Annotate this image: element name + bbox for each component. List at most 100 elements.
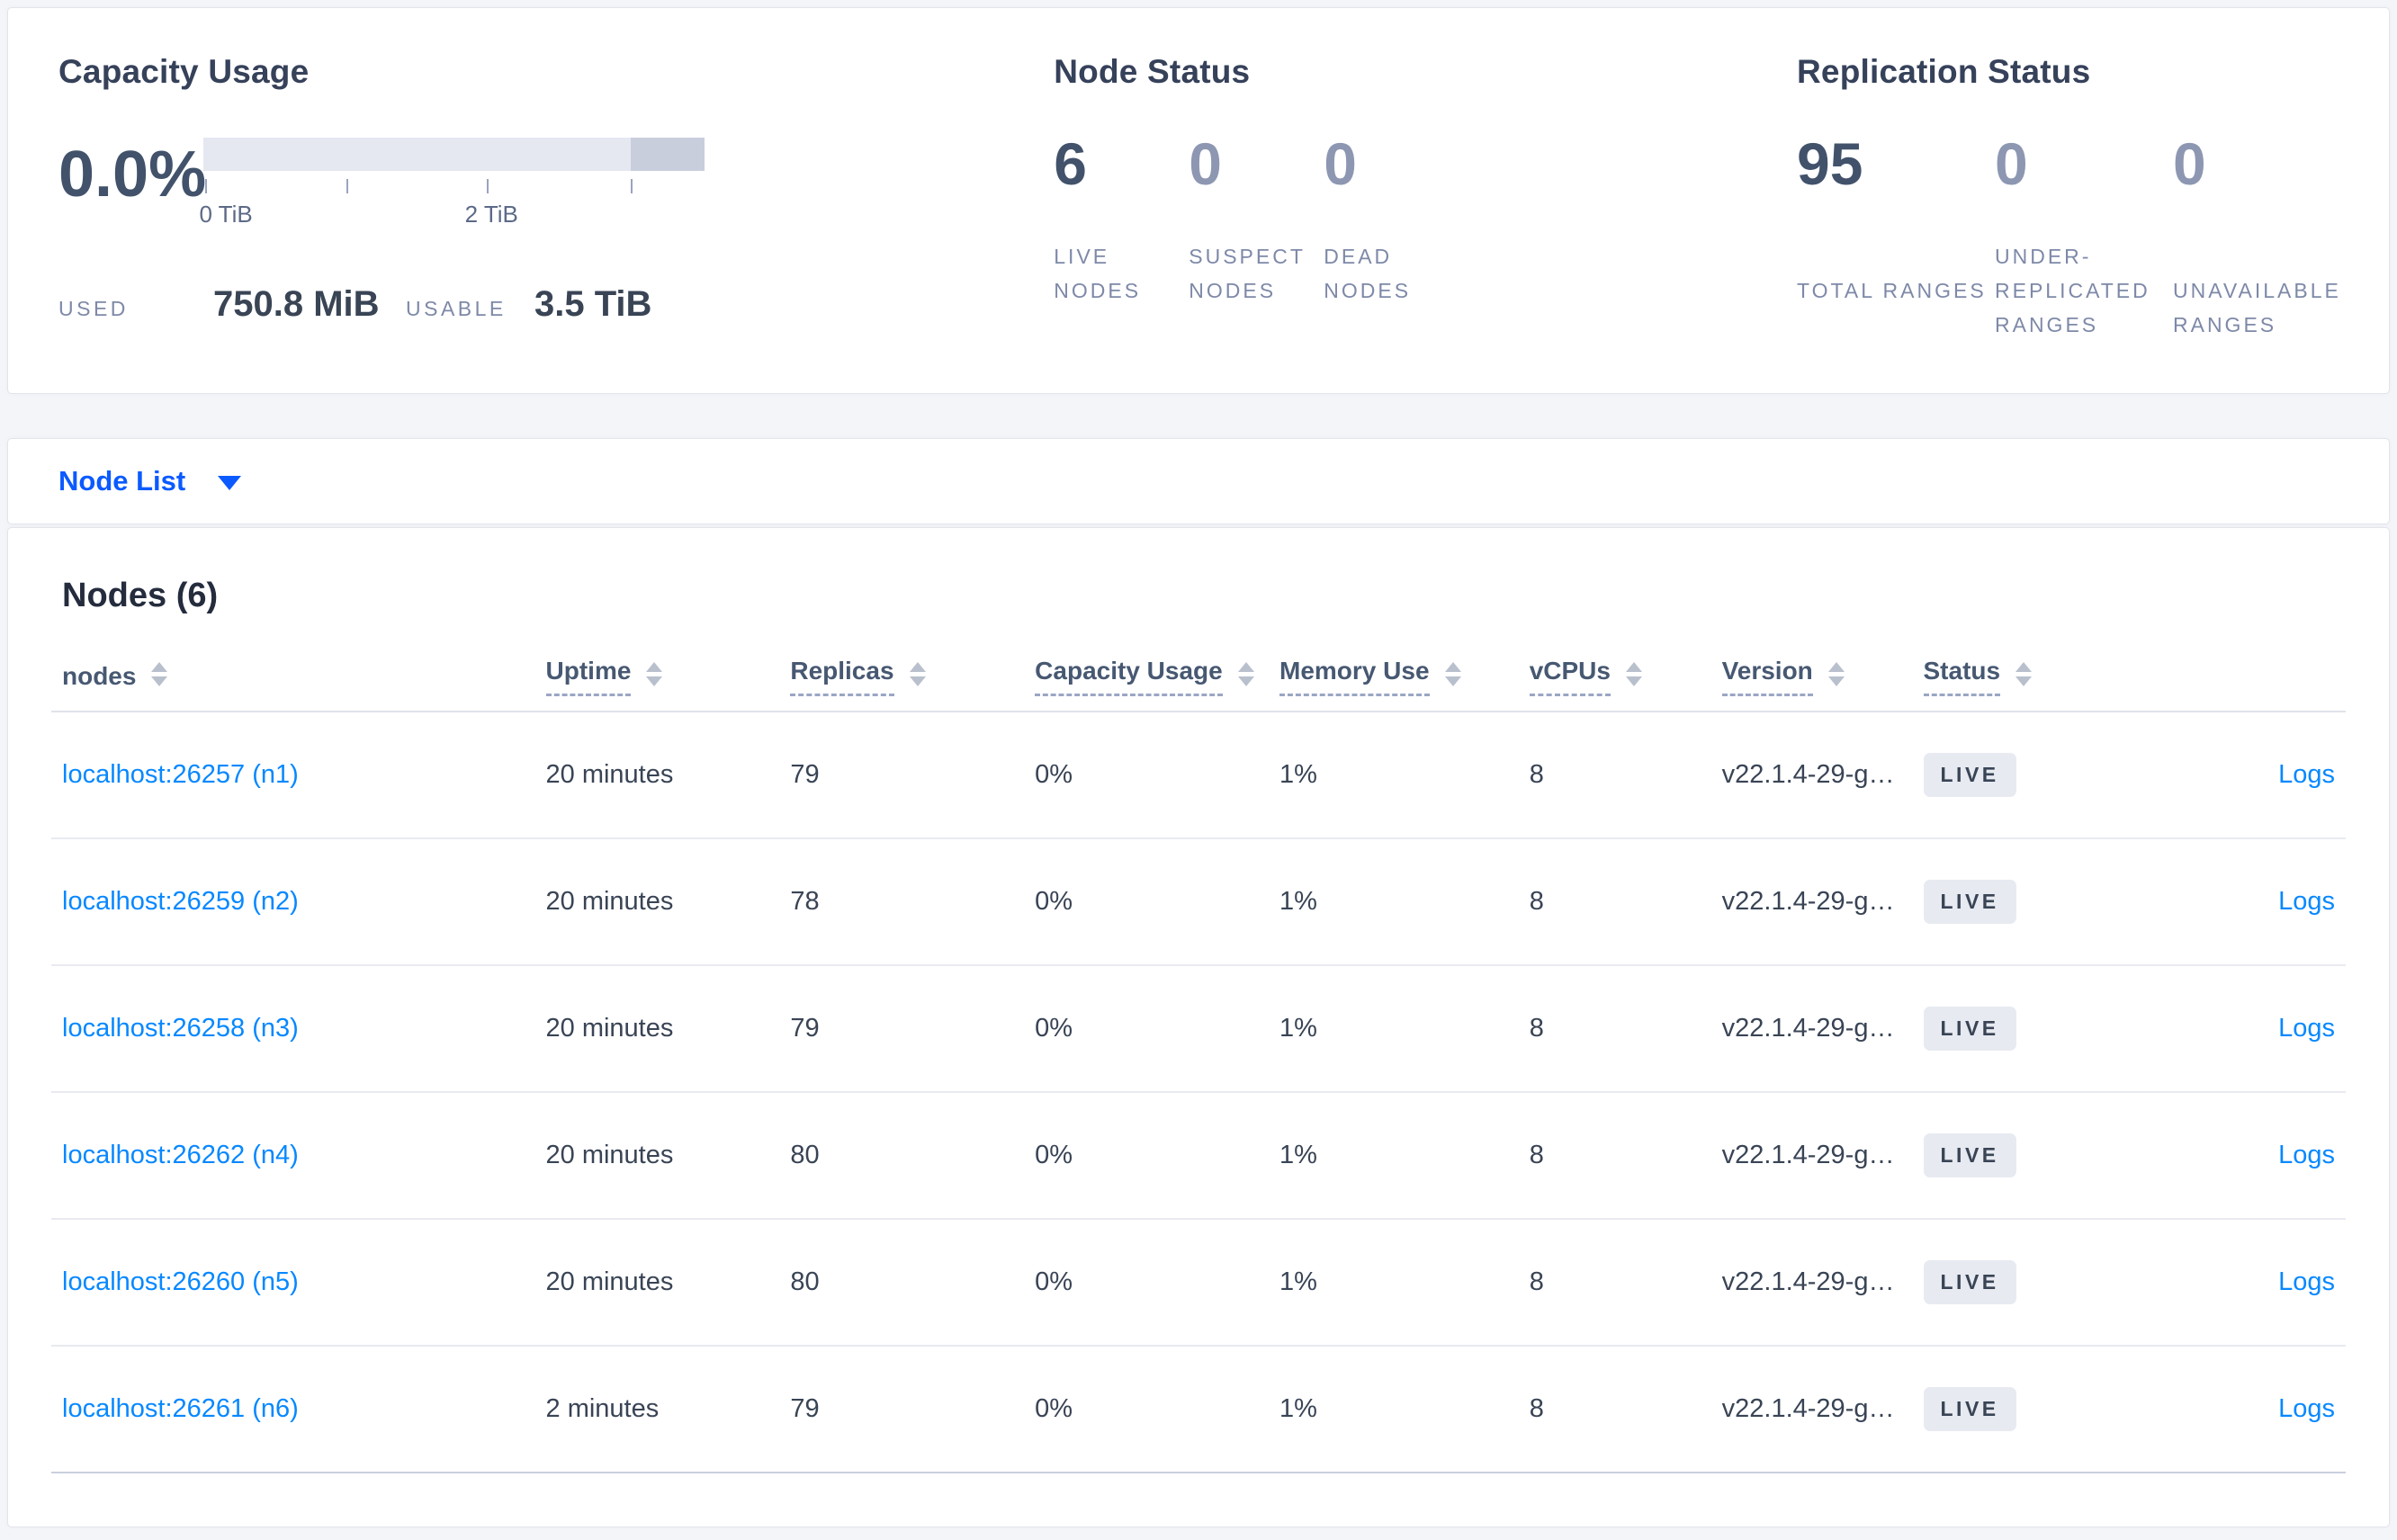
replicas-cell: 80 bbox=[790, 1267, 820, 1296]
node-link[interactable]: localhost:26260 (n5) bbox=[62, 1267, 299, 1296]
sort-icon bbox=[1625, 661, 1642, 686]
vcpus-cell: 8 bbox=[1529, 760, 1544, 789]
capacity-cell: 0% bbox=[1035, 760, 1073, 789]
node-link[interactable]: localhost:26259 (n2) bbox=[62, 887, 299, 916]
column-header-capacity-usage[interactable]: Capacity Usage bbox=[1035, 657, 1279, 696]
memory-cell: 1% bbox=[1279, 887, 1317, 916]
replication-status-title: Replication Status bbox=[1797, 53, 2091, 90]
uptime-cell: 20 minutes bbox=[545, 1014, 674, 1043]
node-link[interactable]: localhost:26262 (n4) bbox=[62, 1141, 299, 1169]
capacity-cell: 0% bbox=[1035, 1014, 1073, 1043]
unavailable-ranges-count: 0 bbox=[2173, 130, 2206, 197]
logs-link[interactable]: Logs bbox=[2278, 887, 2335, 916]
sort-icon bbox=[1827, 661, 1845, 686]
live-nodes-count: 6 bbox=[1054, 130, 1087, 197]
table-row: localhost:26259 (n2) 20 minutes 78 0% 1%… bbox=[51, 839, 2346, 966]
memory-cell: 1% bbox=[1279, 1267, 1317, 1296]
logs-link[interactable]: Logs bbox=[2278, 1014, 2335, 1043]
vcpus-cell: 8 bbox=[1529, 1394, 1544, 1423]
vcpus-cell: 8 bbox=[1529, 887, 1544, 916]
table-row: localhost:26258 (n3) 20 minutes 79 0% 1%… bbox=[51, 966, 2346, 1093]
status-badge: LIVE bbox=[1923, 880, 2016, 924]
sort-icon bbox=[1444, 661, 1461, 686]
memory-cell: 1% bbox=[1279, 1394, 1317, 1423]
logs-link[interactable]: Logs bbox=[2278, 760, 2335, 789]
table-row: localhost:26261 (n6) 2 minutes 79 0% 1% … bbox=[51, 1347, 2346, 1473]
usable-label: USABLE bbox=[406, 297, 507, 320]
axis-tick-label: 0 TiB bbox=[199, 201, 253, 228]
replicas-cell: 80 bbox=[790, 1141, 820, 1169]
capacity-percent-value: 0.0% bbox=[58, 139, 207, 210]
unavailable-ranges-label: UNAVAILABLE RANGES bbox=[2173, 279, 2341, 336]
replication-status-section: Replication Status 95 0 0 TOTAL RANGES U… bbox=[1797, 53, 2389, 393]
live-nodes-label: LIVE NODES bbox=[1054, 245, 1142, 302]
chevron-down-icon bbox=[218, 476, 242, 490]
column-header-version[interactable]: Version bbox=[1721, 657, 1924, 696]
capacity-usage-section: Capacity Usage 0.0% 0 TiB 2 TiB USED 750… bbox=[58, 53, 1054, 393]
axis-tick bbox=[630, 179, 633, 193]
sort-icon bbox=[2015, 661, 2033, 686]
column-header-uptime[interactable]: Uptime bbox=[545, 657, 791, 696]
status-badge: LIVE bbox=[1923, 1007, 2016, 1051]
capacity-cell: 0% bbox=[1035, 887, 1073, 916]
nodes-card: Nodes (6) nodes Uptime Replicas Capacity… bbox=[7, 527, 2390, 1527]
replicas-cell: 79 bbox=[790, 760, 820, 789]
dead-nodes-count: 0 bbox=[1324, 130, 1357, 197]
table-row: localhost:26257 (n1) 20 minutes 79 0% 1%… bbox=[51, 712, 2346, 839]
memory-cell: 1% bbox=[1279, 760, 1317, 789]
logs-link[interactable]: Logs bbox=[2278, 1141, 2335, 1169]
vcpus-cell: 8 bbox=[1529, 1141, 1544, 1169]
cluster-summary-card: Capacity Usage 0.0% 0 TiB 2 TiB USED 750… bbox=[7, 7, 2390, 394]
suspect-nodes-label: SUSPECT NODES bbox=[1189, 245, 1306, 302]
suspect-nodes-count: 0 bbox=[1189, 130, 1222, 197]
capacity-bar-usable-segment bbox=[203, 138, 632, 171]
node-link[interactable]: localhost:26257 (n1) bbox=[62, 760, 299, 789]
status-badge: LIVE bbox=[1923, 1387, 2016, 1431]
sort-icon bbox=[1237, 661, 1254, 686]
uptime-cell: 20 minutes bbox=[545, 1267, 674, 1296]
status-badge: LIVE bbox=[1923, 1133, 2016, 1177]
column-header-vcpus[interactable]: vCPUs bbox=[1529, 657, 1722, 696]
version-cell: v22.1.4-29-g… bbox=[1721, 1014, 1895, 1043]
column-header-status[interactable]: Status bbox=[1923, 657, 2131, 696]
node-link[interactable]: localhost:26258 (n3) bbox=[62, 1014, 299, 1043]
used-label: USED bbox=[58, 297, 129, 320]
column-header-replicas[interactable]: Replicas bbox=[790, 657, 1035, 696]
total-ranges-label: TOTAL RANGES bbox=[1797, 279, 1987, 302]
version-cell: v22.1.4-29-g… bbox=[1721, 1267, 1895, 1296]
replicas-cell: 78 bbox=[790, 887, 820, 916]
node-link[interactable]: localhost:26261 (n6) bbox=[62, 1394, 299, 1423]
node-list-dropdown[interactable]: Node List bbox=[58, 465, 242, 497]
capacity-cell: 0% bbox=[1035, 1267, 1073, 1296]
uptime-cell: 20 minutes bbox=[545, 1141, 674, 1169]
vcpus-cell: 8 bbox=[1529, 1267, 1544, 1296]
table-row: localhost:26262 (n4) 20 minutes 80 0% 1%… bbox=[51, 1093, 2346, 1220]
table-row: localhost:26260 (n5) 20 minutes 80 0% 1%… bbox=[51, 1220, 2346, 1347]
capacity-bar bbox=[203, 138, 705, 171]
vcpus-cell: 8 bbox=[1529, 1014, 1544, 1043]
memory-cell: 1% bbox=[1279, 1141, 1317, 1169]
logs-link[interactable]: Logs bbox=[2278, 1267, 2335, 1296]
axis-tick bbox=[346, 179, 348, 193]
node-list-dropdown-label: Node List bbox=[58, 465, 186, 497]
version-cell: v22.1.4-29-g… bbox=[1721, 760, 1895, 789]
capacity-usage-title: Capacity Usage bbox=[58, 53, 310, 90]
capacity-bar-chart: 0 TiB 2 TiB bbox=[199, 138, 705, 228]
axis-tick-label: 2 TiB bbox=[464, 201, 518, 228]
column-header-nodes[interactable]: nodes bbox=[51, 661, 546, 691]
nodes-section-title: Nodes (6) bbox=[62, 577, 219, 614]
dead-nodes-label: DEAD NODES bbox=[1324, 245, 1412, 302]
capacity-cell: 0% bbox=[1035, 1141, 1073, 1169]
sort-icon bbox=[909, 661, 926, 686]
column-header-memory-use[interactable]: Memory Use bbox=[1279, 657, 1530, 696]
used-value: 750.8 MiB bbox=[213, 284, 380, 324]
version-cell: v22.1.4-29-g… bbox=[1721, 1141, 1895, 1169]
logs-link[interactable]: Logs bbox=[2278, 1394, 2335, 1423]
uptime-cell: 20 minutes bbox=[545, 887, 674, 916]
axis-tick bbox=[487, 179, 489, 193]
axis-tick bbox=[205, 179, 208, 193]
version-cell: v22.1.4-29-g… bbox=[1721, 1394, 1895, 1423]
under-replicated-ranges-label: UNDER-REPLICATED RANGES bbox=[1995, 245, 2150, 336]
node-list-bar: Node List bbox=[7, 438, 2390, 524]
usable-value: 3.5 TiB bbox=[534, 284, 652, 324]
